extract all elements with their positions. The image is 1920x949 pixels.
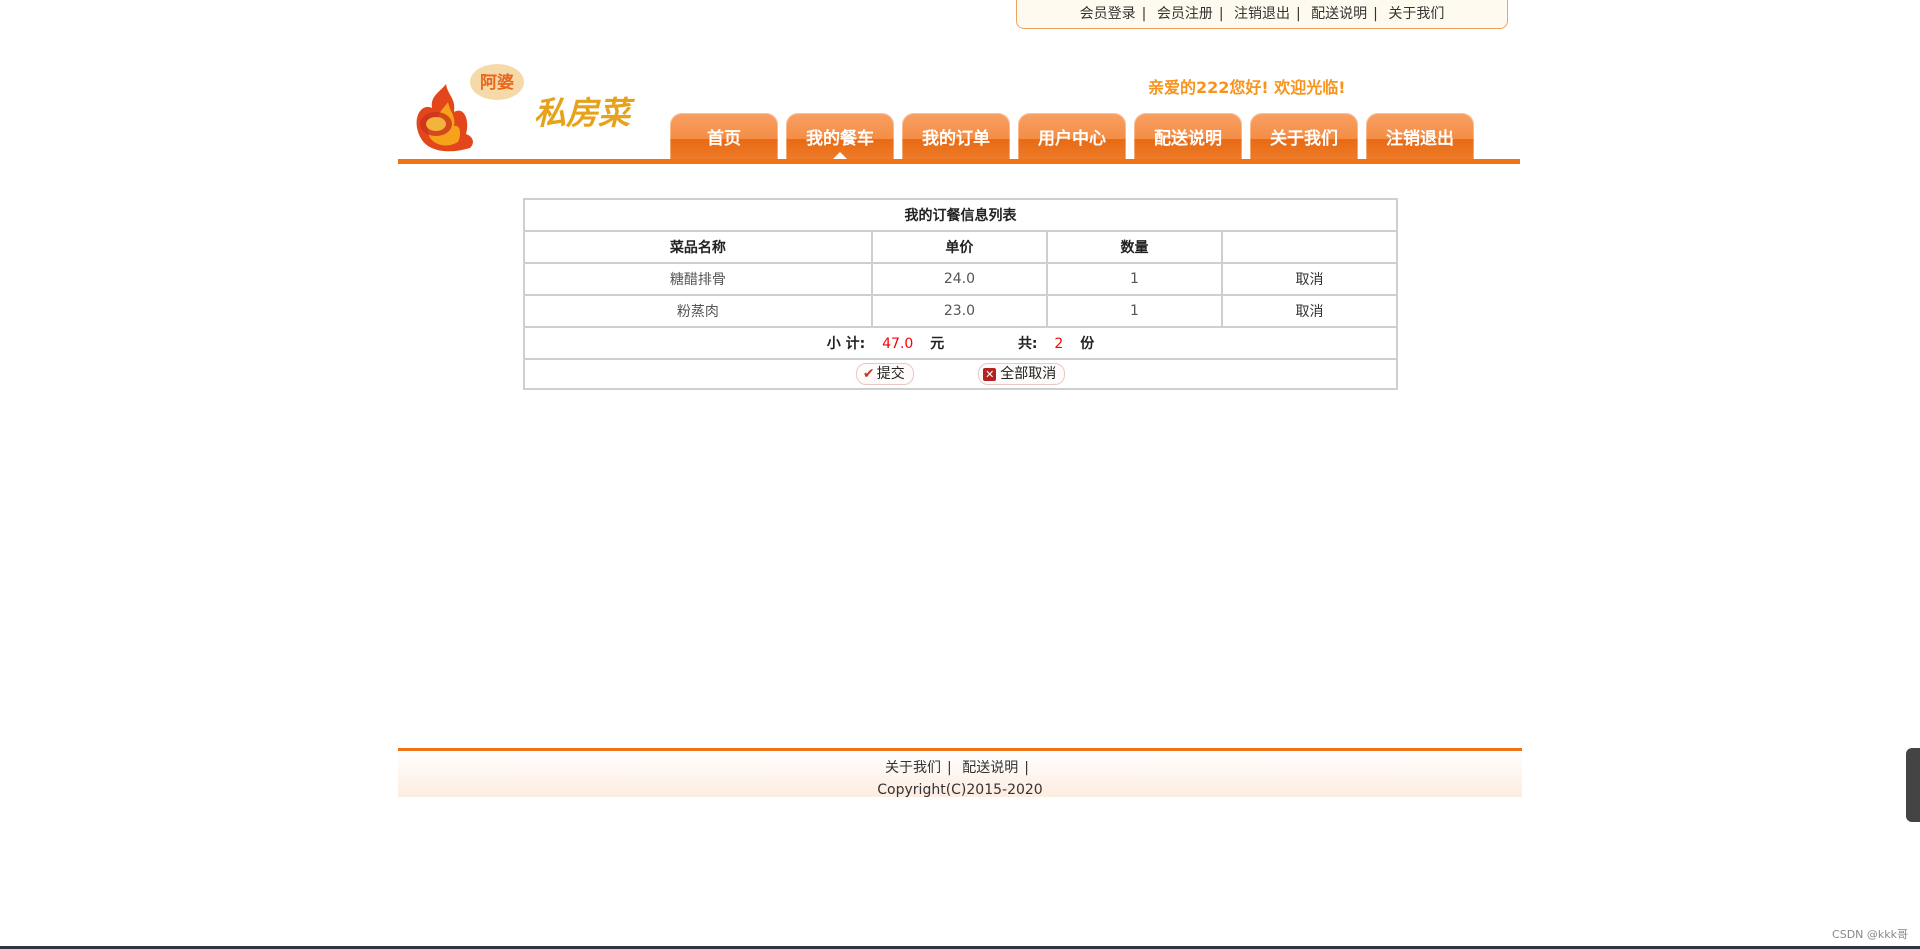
subtotal-value: 47.0 [882, 336, 914, 352]
nav-tab-delivery-info[interactable]: 配送说明 [1134, 113, 1242, 160]
footer-about-us-link[interactable]: 关于我们 [885, 760, 941, 776]
page-footer: 关于我们 | 配送说明 | Copyright(C)2015-2020 [398, 748, 1522, 798]
separator: | [1141, 6, 1147, 22]
nav-tab-about-us[interactable]: 关于我们 [1250, 113, 1358, 160]
side-widget-handle[interactable] [1906, 748, 1920, 822]
column-header-quantity: 数量 [1046, 230, 1223, 264]
nav-tab-logout[interactable]: 注销退出 [1366, 113, 1474, 160]
currency-unit: 元 [930, 336, 945, 352]
count-label: 共: [1017, 336, 1038, 352]
dish-name-cell: 糖醋排骨 [523, 262, 873, 296]
separator: | [947, 760, 952, 776]
footer-links: 关于我们 | 配送说明 | [398, 757, 1522, 777]
logo-badge-text: 阿婆 [480, 73, 514, 93]
dish-name-cell: 粉蒸肉 [523, 294, 873, 328]
subtotal-label: 小 计: [826, 336, 866, 352]
price-cell: 23.0 [870, 294, 1049, 328]
nav-tab-my-orders[interactable]: 我的订单 [902, 113, 1010, 160]
cancel-item-link[interactable]: 取消 [1295, 272, 1323, 288]
quantity-cell: 1 [1046, 262, 1223, 296]
submit-button[interactable]: ✔ 提交 [855, 363, 914, 385]
separator: | [1296, 6, 1301, 22]
header-divider [398, 159, 1520, 164]
column-header-dish-name: 菜品名称 [523, 230, 873, 264]
site-logo[interactable]: 阿婆 私房菜 [410, 62, 650, 154]
order-table: 我的订餐信息列表 菜品名称 单价 数量 糖醋排骨 24.0 1 取消 粉蒸肉 2… [523, 198, 1399, 390]
nav-tab-home[interactable]: 首页 [670, 113, 778, 160]
member-login-link[interactable]: 会员登录 [1080, 6, 1136, 22]
table-header-row: 菜品名称 单价 数量 [523, 230, 1399, 264]
table-row: 糖醋排骨 24.0 1 取消 [523, 262, 1399, 296]
cancel-all-button[interactable]: ✕ 全部取消 [978, 363, 1066, 385]
separator: | [1373, 6, 1378, 22]
copyright-text: Copyright(C)2015-2020 [877, 782, 1043, 798]
cancel-all-label: 全部取消 [1000, 366, 1057, 382]
top-link-bar: 会员登录 | 会员注册 | 注销退出 | 配送说明 | 关于我们 [1016, 0, 1508, 29]
about-us-link[interactable]: 关于我们 [1388, 6, 1444, 22]
cancel-item-link[interactable]: 取消 [1295, 304, 1323, 320]
watermark-text: CSDN @kkk哥 [1832, 928, 1908, 941]
close-icon: ✕ [983, 368, 997, 381]
column-header-price: 单价 [870, 230, 1049, 264]
count-unit: 份 [1080, 336, 1095, 352]
check-icon: ✔ [862, 366, 875, 382]
separator: | [1218, 6, 1224, 22]
logout-link[interactable]: 注销退出 [1234, 6, 1290, 22]
submit-label: 提交 [876, 366, 905, 382]
count-value: 2 [1054, 336, 1064, 352]
separator: | [1024, 760, 1029, 776]
action-row: ✔ 提交 ✕ 全部取消 [523, 358, 1398, 390]
member-register-link[interactable]: 会员注册 [1157, 6, 1213, 22]
column-header-action [1220, 230, 1399, 264]
table-title: 我的订餐信息列表 [523, 198, 1398, 232]
nav-tab-my-cart[interactable]: 我的餐车 [786, 113, 894, 160]
price-cell: 24.0 [870, 262, 1049, 296]
total-row: 小 计: 47.0 元 共: 2 份 [523, 326, 1398, 360]
nav-tab-user-center[interactable]: 用户中心 [1018, 113, 1126, 160]
table-row: 粉蒸肉 23.0 1 取消 [523, 294, 1399, 328]
delivery-info-link[interactable]: 配送说明 [1311, 6, 1367, 22]
logo-brand-text: 私房菜 [534, 94, 635, 132]
quantity-cell: 1 [1046, 294, 1223, 328]
footer-delivery-info-link[interactable]: 配送说明 [962, 760, 1018, 776]
welcome-message: 亲爱的222您好! 欢迎光临! [1148, 78, 1346, 97]
